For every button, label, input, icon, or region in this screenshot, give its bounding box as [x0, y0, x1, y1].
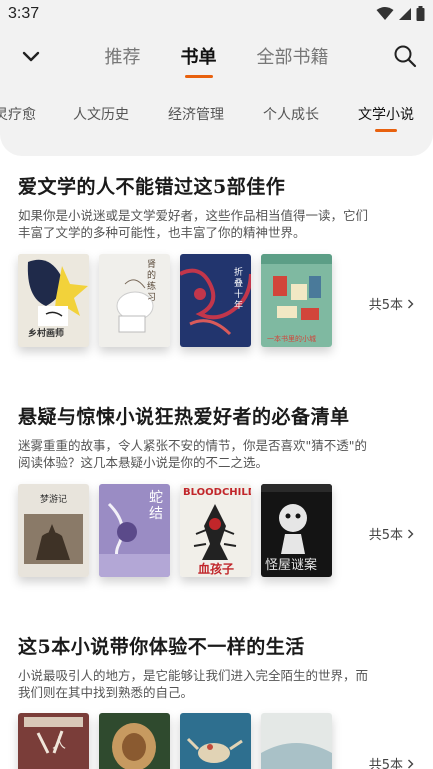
category-literature-fiction[interactable]: 文学小说 [358, 104, 414, 128]
book-count-link[interactable]: 共5本 [369, 524, 414, 543]
book-cover-title: 梦游记 [40, 495, 68, 505]
booklist-card[interactable]: 这5本小说带你体验不一样的生活 小说最吸引人的地方，是它能够让我们进入完全陌生的… [18, 632, 418, 769]
book-cover[interactable]: 怪屋谜案 [261, 484, 332, 577]
book-count: 共5本 [368, 758, 403, 769]
book-cover-subtitle: 血孩子 [198, 562, 235, 576]
book-covers: 人 [18, 713, 332, 769]
status-time: 3:37 [8, 5, 40, 22]
book-cover[interactable]: 一本书里的小城 [261, 254, 332, 347]
booklist-desc: 迷雾重重的故事，令人紧张不安的情节，你是否喜欢"猜不透"的阅读体验？这几本悬疑小… [18, 438, 368, 470]
booklist-title: 悬疑与惊悚小说狂热爱好者的必备清单 [18, 406, 350, 428]
book-cover[interactable]: 蛇结 [99, 484, 170, 577]
book-covers: 梦游记 蛇结 BLOODCHILD 血孩子 怪屋谜案 [18, 484, 332, 577]
book-cover[interactable]: 折叠十年 [180, 254, 251, 347]
book-count: 共5本 [368, 298, 403, 313]
category-bar: 灵疗愈 人文历史 经济管理 个人成长 文学小说 [0, 104, 433, 132]
book-count: 共5本 [368, 528, 403, 543]
book-cover[interactable] [180, 713, 251, 769]
book-cover[interactable]: 乡村画师 [18, 254, 89, 347]
tab-recommend[interactable]: 推荐 [105, 46, 141, 76]
booklist-desc: 如果你是小说迷或是文学爱好者，这些作品相当值得一读，它们丰富了文学的多种可能性，… [18, 208, 369, 240]
book-cover-title: 乡村画师 [28, 329, 65, 339]
book-cover[interactable]: 梦游记 [18, 484, 89, 577]
book-cover[interactable]: 肾的练习 [99, 254, 170, 347]
category-personal-growth[interactable]: 个人成长 [263, 104, 319, 128]
signal-icon [399, 7, 411, 20]
book-cover[interactable] [261, 713, 332, 769]
book-count-link[interactable]: 共5本 [369, 294, 414, 313]
category-humanities-history[interactable]: 人文历史 [73, 104, 129, 128]
booklist-card[interactable]: 爱文学的人不能错过这5部佳作 如果你是小说迷或是文学爱好者，这些作品相当值得一读… [18, 172, 418, 347]
tab-all-books[interactable]: 全部书籍 [257, 46, 329, 76]
category-healing[interactable]: 灵疗愈 [0, 104, 36, 128]
battery-icon [416, 6, 425, 21]
book-cover-title: BLOODCHILD [183, 487, 251, 498]
book-cover-title: 一本书里的小城 [267, 335, 316, 343]
book-cover-title: 人 [52, 736, 66, 752]
category-economics[interactable]: 经济管理 [168, 104, 224, 128]
search-icon[interactable] [393, 44, 419, 70]
booklist-title: 这5本小说带你体验不一样的生活 [18, 636, 305, 658]
book-count-link[interactable]: 共5本 [369, 754, 414, 769]
book-cover[interactable]: 人 [18, 713, 89, 769]
booklist-desc: 小说最吸引人的地方，是它能够让我们进入完全陌生的世界，而我们则在其中找到熟悉的自… [18, 668, 369, 700]
book-cover-title: 蛇结 [149, 490, 163, 522]
header-area: 3:37 推荐 书单 全部书籍 灵疗愈 人文历史 经济管理 个人成长 文学小说 [0, 0, 433, 156]
book-covers: 乡村画师 肾的练习 折叠十年 一本书里的小城 [18, 254, 332, 347]
book-cover[interactable]: BLOODCHILD 血孩子 [180, 484, 251, 577]
wifi-icon [376, 6, 394, 20]
status-icons [376, 6, 425, 21]
status-bar: 3:37 [0, 0, 433, 30]
book-cover-title: 肾的练习 [147, 260, 157, 303]
book-cover[interactable] [99, 713, 170, 769]
top-navbar: 推荐 书单 全部书籍 [0, 38, 433, 82]
booklist-title: 爱文学的人不能错过这5部佳作 [18, 176, 286, 198]
book-cover-title: 折叠十年 [234, 268, 244, 311]
chevron-right-icon [408, 529, 414, 538]
book-cover-title: 怪屋谜案 [265, 558, 318, 573]
tab-booklist[interactable]: 书单 [181, 46, 217, 76]
nav-tabs: 推荐 书单 全部书籍 [0, 46, 433, 76]
chevron-right-icon [408, 759, 414, 768]
chevron-right-icon [408, 299, 414, 308]
booklist-card[interactable]: 悬疑与惊悚小说狂热爱好者的必备清单 迷雾重重的故事，令人紧张不安的情节，你是否喜… [18, 402, 418, 577]
